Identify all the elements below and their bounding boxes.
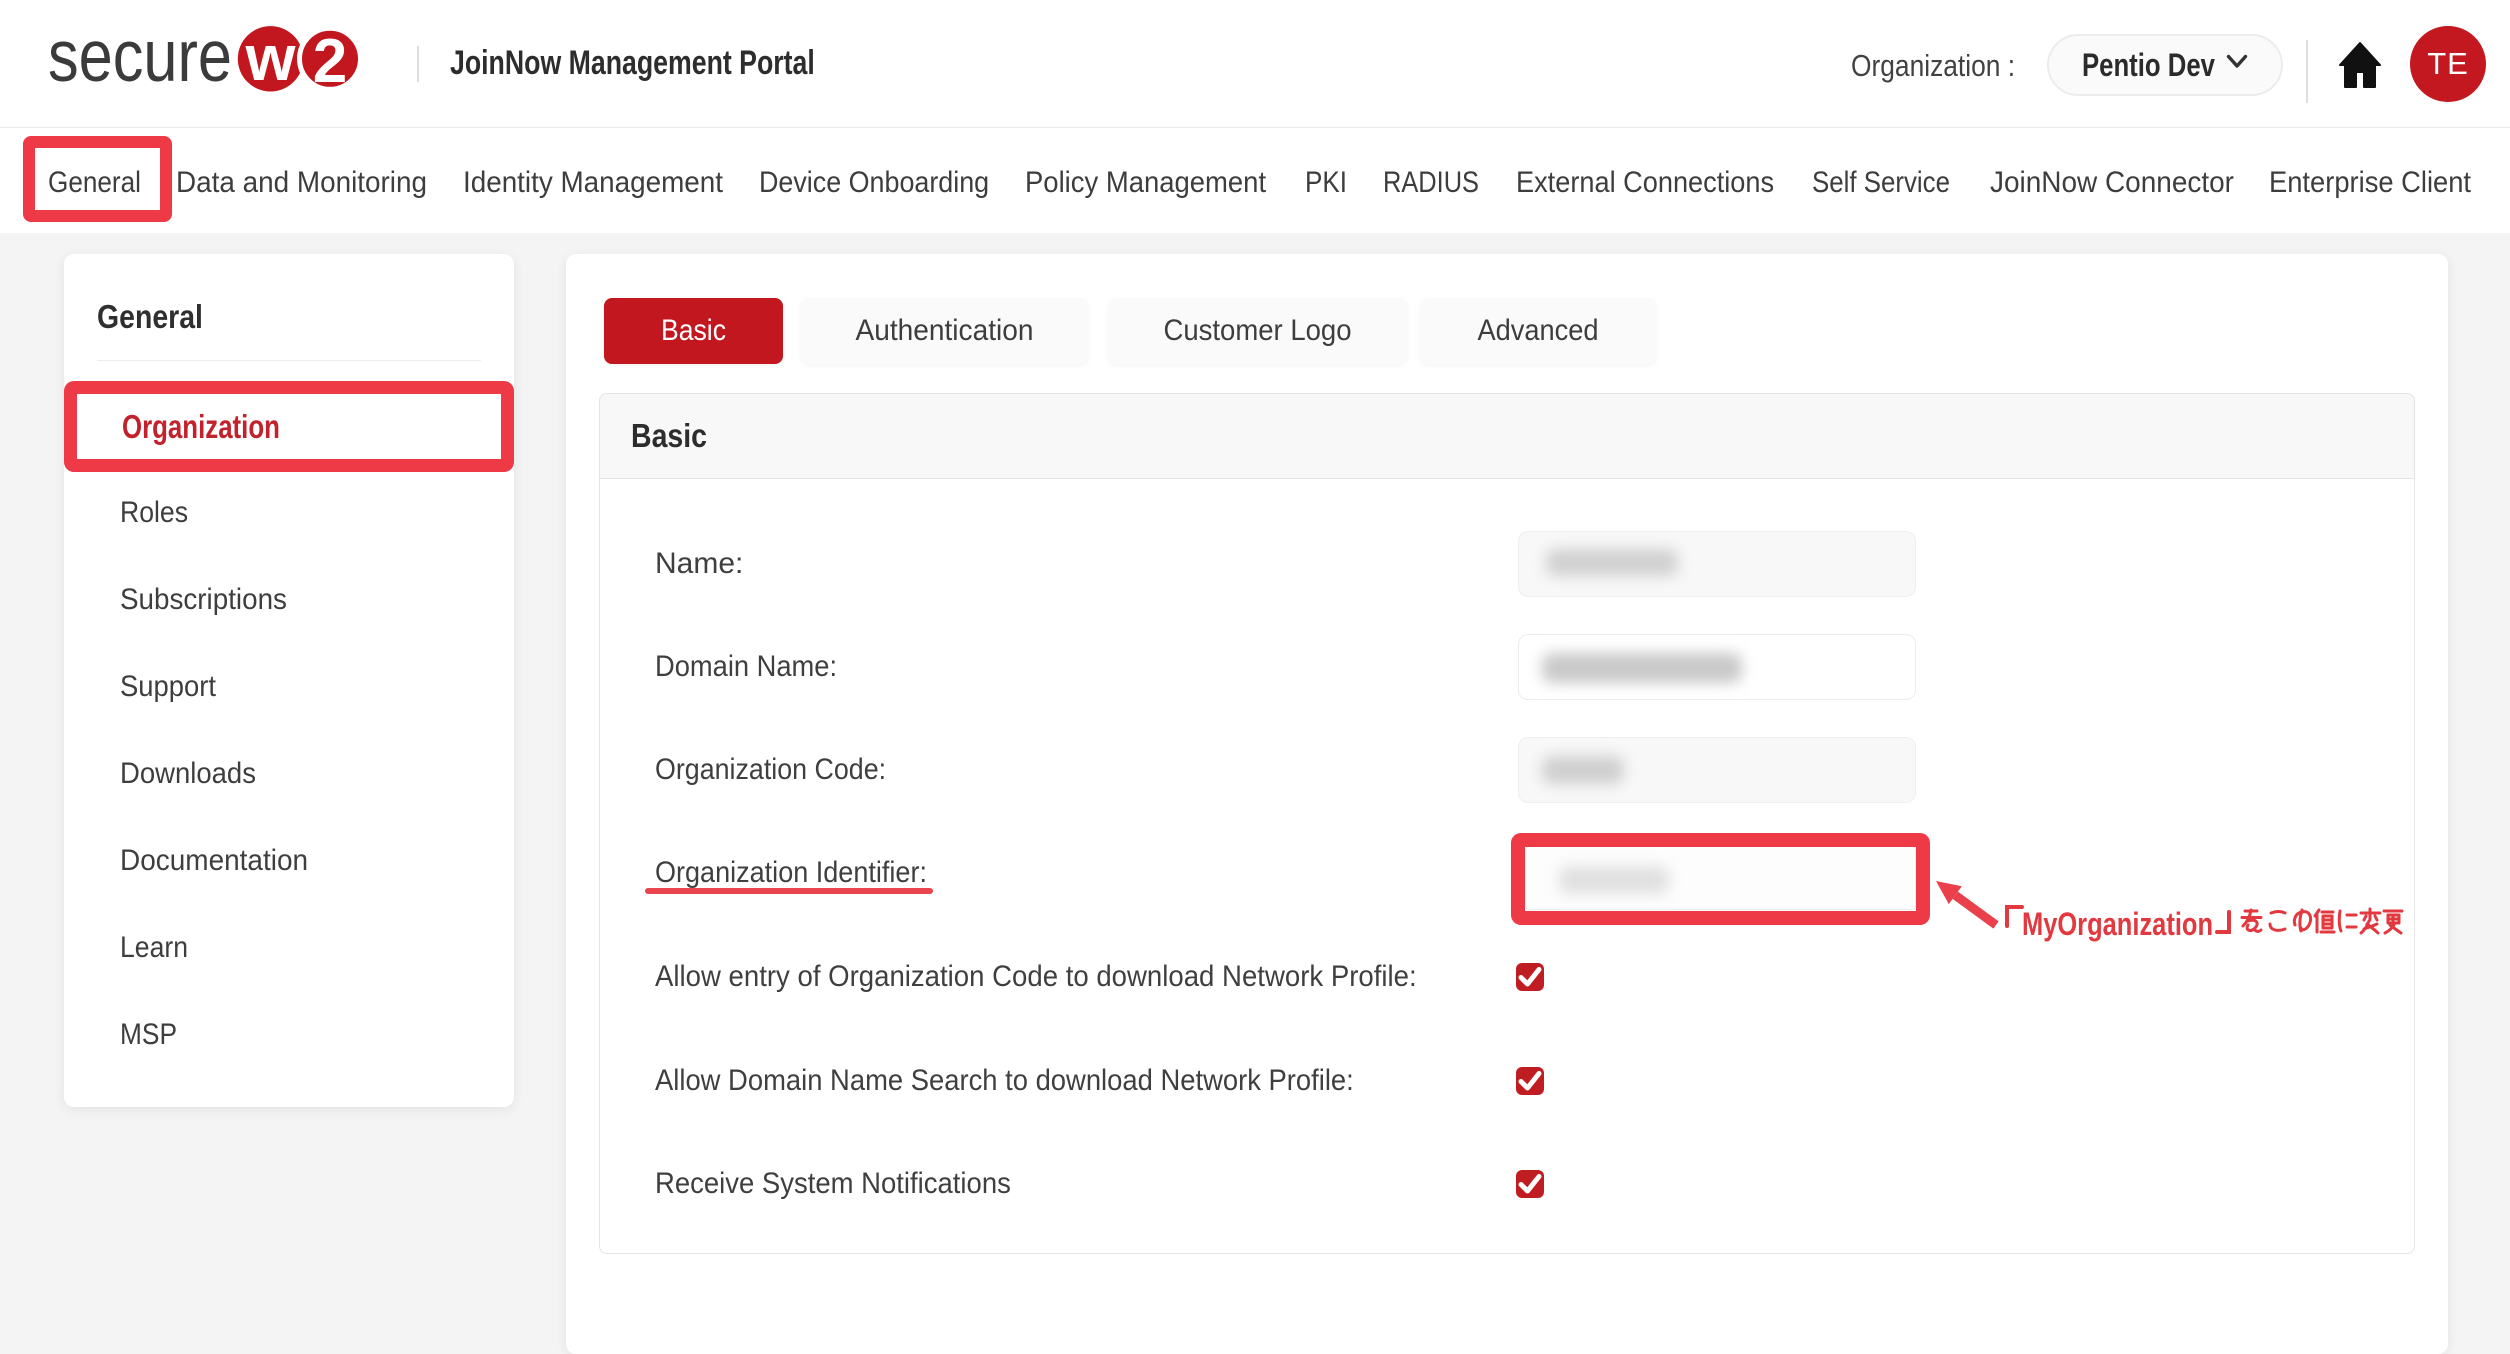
svg-text:secure: secure	[48, 16, 232, 97]
svg-text:w: w	[245, 22, 296, 94]
svg-text:MyOrganization: MyOrganization	[2022, 906, 2213, 942]
svg-text:2: 2	[313, 27, 347, 96]
